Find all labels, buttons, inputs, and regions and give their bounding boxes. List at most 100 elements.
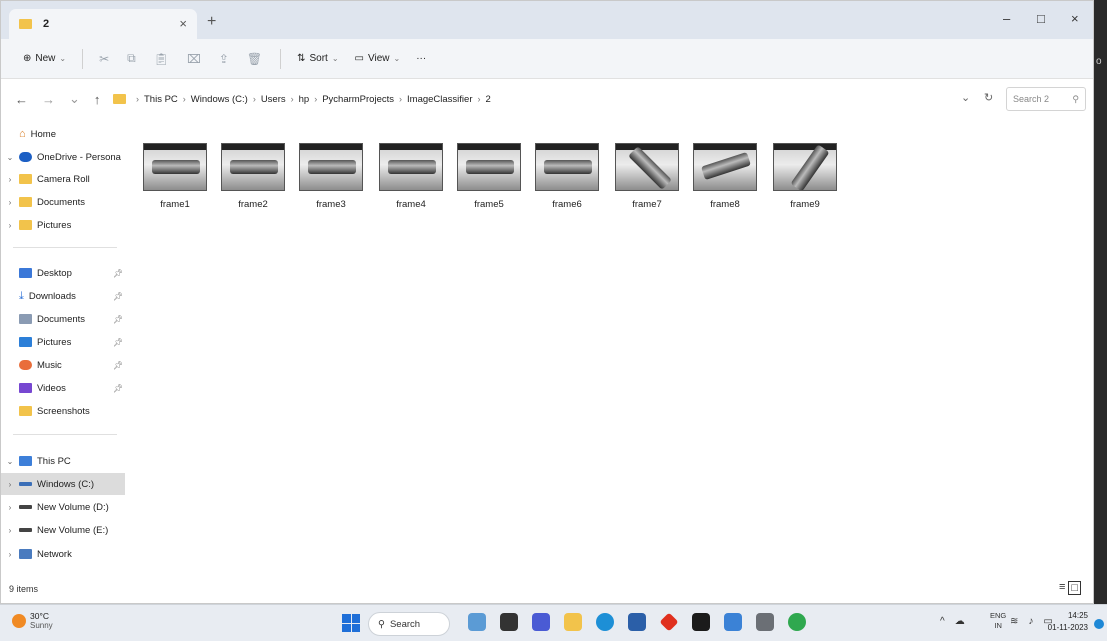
cloud-icon[interactable]: ☁︎ [955,616,965,627]
chevron-right-icon[interactable]: › [1,480,19,489]
edge-icon[interactable] [596,613,614,631]
chevron-down-icon[interactable]: ⌄ [1,457,19,466]
new-tab-button[interactable]: + [207,13,216,31]
new-label: New [35,53,56,64]
notification-icon[interactable] [1094,619,1104,629]
sidebar-item-onedrive-documents[interactable]: › Documents [1,191,125,213]
chevron-down-icon[interactable]: ⌄ [1,153,19,162]
breadcrumb[interactable]: › This PC › Windows (C:) › Users › hp › … [113,87,943,111]
file-name: frame2 [238,199,268,210]
sidebar-item-label: Documents [37,313,86,325]
sort-button[interactable]: ⇅ Sort ⌄ [297,53,338,64]
sidebar-item-new-volume-e[interactable]: › New Volume (E:) [1,519,125,541]
tab-title: 2 [43,18,50,30]
breadcrumb-item[interactable]: This PC [144,94,178,105]
sidebar-item-downloads[interactable]: ⤓ Downloads 📌︎ [1,285,125,307]
up-arrow-icon[interactable]: ↑ [94,92,101,107]
sidebar-item-music[interactable]: Music 📌︎ [1,354,125,376]
sidebar-item-windows-c[interactable]: › Windows (C:) [1,473,125,495]
language-indicator[interactable]: ENG IN [990,611,1006,631]
clock[interactable]: 14:25 01-11-2023 [1040,610,1088,634]
file-item[interactable]: frame4 [379,143,443,210]
minimize-button[interactable]: – [1003,11,1010,26]
sidebar-item-videos[interactable]: Videos 📌︎ [1,377,125,399]
sidebar-item-documents[interactable]: Documents 📌︎ [1,308,125,330]
sidebar-item-camera-roll[interactable]: › Camera Roll [1,168,125,190]
whatsapp-icon[interactable] [788,613,806,631]
breadcrumb-item[interactable]: Users [261,94,286,105]
chat-icon[interactable] [532,613,550,631]
new-button[interactable]: ⊕ New ⌄ [23,53,66,64]
pin-icon[interactable]: 📌︎ [113,315,123,324]
file-item[interactable]: frame8 [693,143,757,210]
chevron-right-icon[interactable]: › [1,175,19,184]
chevron-up-icon[interactable]: ^ [940,616,945,627]
sidebar-item-this-pc[interactable]: ⌄ This PC [1,450,125,472]
sidebar-item-pictures[interactable]: Pictures 📌︎ [1,331,125,353]
details-view-icon[interactable]: ≡ [1059,581,1065,595]
file-item[interactable]: frame1 [143,143,207,210]
tab-active[interactable]: 2 × [9,9,197,39]
file-item[interactable]: frame5 [457,143,521,210]
rename-icon[interactable]: ⌧ [187,52,201,66]
pycharm-icon[interactable] [692,613,710,631]
cut-icon[interactable]: ✂ [99,52,109,66]
close-window-button[interactable]: × [1071,11,1079,26]
search-input[interactable]: Search 2 ⚲ [1006,87,1086,111]
view-button[interactable]: ▭ View ⌄ [355,53,401,64]
folder-icon [19,197,32,207]
maximize-button[interactable]: □ [1037,11,1045,26]
breadcrumb-item[interactable]: hp [299,94,310,105]
sidebar-item-home[interactable]: ⌂ Home [1,123,125,145]
file-item[interactable]: frame3 [299,143,363,210]
breadcrumb-item[interactable]: PycharmProjects [322,94,394,105]
more-options-button[interactable]: ··· [416,53,426,64]
widgets-icon[interactable] [468,613,486,631]
file-explorer-icon[interactable] [564,613,582,631]
breadcrumb-item[interactable]: Windows (C:) [191,94,248,105]
file-item[interactable]: frame7 [615,143,679,210]
image-thumbnail [615,143,679,191]
pin-icon[interactable]: 📌︎ [113,384,123,393]
sidebar-item-onedrive-pictures[interactable]: › Pictures [1,214,125,236]
sidebar-item-label: Screenshots [37,405,90,417]
sidebar-item-network[interactable]: › Network [1,543,125,565]
git-icon[interactable] [659,612,679,632]
taskbar-search[interactable]: ⚲ Search [368,612,450,636]
delete-icon[interactable]: 🗑︎ [247,52,262,66]
large-icons-view-icon[interactable]: □ [1068,581,1082,595]
back-arrow-icon[interactable]: ← [15,92,28,107]
pin-icon[interactable]: 📌︎ [113,361,123,370]
breadcrumb-item[interactable]: ImageClassifier [407,94,472,105]
file-item[interactable]: frame6 [535,143,599,210]
file-item[interactable]: frame2 [221,143,285,210]
forward-arrow-icon[interactable]: → [42,92,55,107]
start-button[interactable] [342,614,360,632]
address-history-chevron-icon[interactable]: ⌄ [961,91,970,104]
copy-icon[interactable]: ⧉ [127,51,136,66]
file-item[interactable]: frame9 [773,143,837,210]
breadcrumb-item[interactable]: 2 [485,94,490,105]
pin-icon[interactable]: 📌︎ [113,292,123,301]
chevron-right-icon[interactable]: › [1,526,19,535]
sidebar-item-screenshots[interactable]: Screenshots [1,400,125,422]
chevron-right-icon[interactable]: › [1,198,19,207]
chevron-right-icon[interactable]: › [1,550,19,559]
sidebar-item-onedrive[interactable]: ⌄ OneDrive - Persona [1,146,125,168]
close-tab-icon[interactable]: × [179,16,187,31]
calculator-icon[interactable] [756,613,774,631]
paste-icon[interactable]: 📋︎ [154,52,169,66]
store-icon[interactable] [628,613,646,631]
photos-icon[interactable] [724,613,742,631]
chevron-right-icon[interactable]: › [1,221,19,230]
share-icon[interactable]: ⇪ [219,52,229,66]
weather-widget[interactable]: 30°C Sunny [12,611,53,630]
pin-icon[interactable]: 📌︎ [113,338,123,347]
sidebar-item-new-volume-d[interactable]: › New Volume (D:) [1,496,125,518]
task-view-icon[interactable] [500,613,518,631]
sidebar-item-desktop[interactable]: Desktop 📌︎ [1,262,125,284]
chevron-right-icon[interactable]: › [1,503,19,512]
recent-locations-chevron-icon[interactable]: ⌄ [69,91,80,107]
pin-icon[interactable]: 📌︎ [113,269,123,278]
refresh-icon[interactable]: ↻ [984,91,993,104]
